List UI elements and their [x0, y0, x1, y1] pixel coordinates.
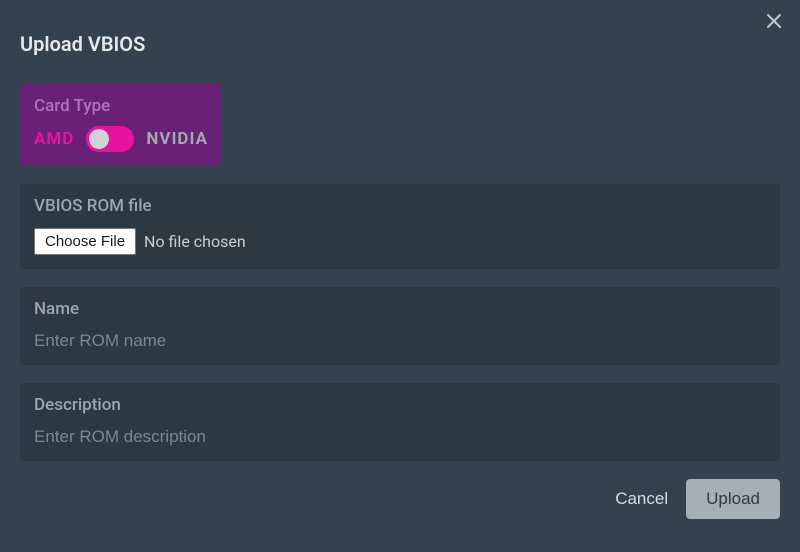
vbios-file-block: VBIOS ROM file Choose File No file chose… [20, 184, 780, 269]
name-block: Name [20, 287, 780, 365]
card-type-toggle[interactable] [86, 126, 134, 152]
close-icon [766, 13, 782, 32]
vbios-file-label: VBIOS ROM file [34, 196, 766, 216]
description-block: Description [20, 383, 780, 461]
dialog-footer: Cancel Upload [20, 479, 780, 519]
close-button[interactable] [764, 12, 784, 32]
upload-vbios-dialog: Upload VBIOS Card Type AMD NVIDIA VBIOS … [0, 0, 800, 552]
card-type-amd-label: AMD [34, 129, 74, 149]
upload-button[interactable]: Upload [686, 479, 780, 519]
file-row: Choose File No file chosen [34, 228, 766, 255]
dialog-title: Upload VBIOS [20, 32, 780, 56]
cancel-button[interactable]: Cancel [615, 489, 668, 509]
card-type-block: Card Type AMD NVIDIA [20, 84, 222, 166]
description-input[interactable] [34, 427, 766, 447]
name-input[interactable] [34, 331, 766, 351]
choose-file-button[interactable]: Choose File [34, 228, 136, 255]
card-type-toggle-row: AMD NVIDIA [34, 126, 208, 152]
file-status-text: No file chosen [144, 232, 246, 251]
description-label: Description [34, 395, 766, 415]
card-type-nvidia-label: NVIDIA [146, 129, 208, 149]
card-type-title: Card Type [34, 96, 208, 116]
toggle-knob [89, 129, 109, 149]
name-label: Name [34, 299, 766, 319]
